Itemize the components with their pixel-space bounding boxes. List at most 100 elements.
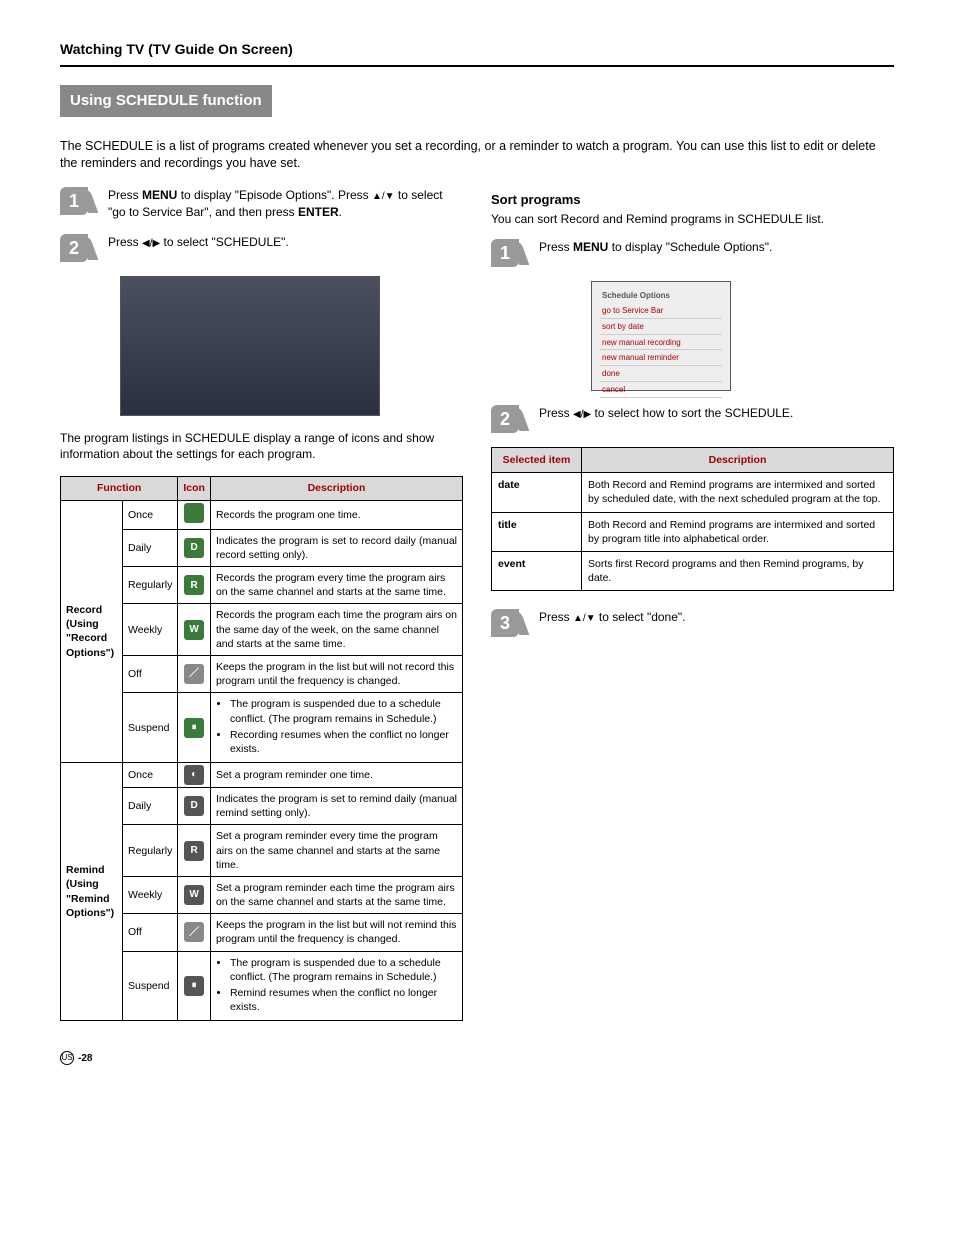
th-function: Function — [61, 477, 178, 500]
th-description: Description — [210, 477, 462, 500]
sort-programs-heading: Sort programs — [491, 191, 894, 209]
sort-step-3: 3 Press ▲/▼ to select "done". — [491, 609, 894, 637]
cell: Set a program reminder one time. — [210, 763, 462, 788]
table-row: event Sorts first Record programs and th… — [492, 551, 894, 590]
cell: Records the program each time the progra… — [210, 604, 462, 656]
remind-once-icon: ◐ — [178, 763, 211, 788]
text: to select how to sort the SCHEDULE. — [591, 406, 793, 420]
record-once-icon — [178, 500, 211, 529]
cell: Indicates the program is set to record d… — [210, 529, 462, 566]
text: Press — [539, 610, 573, 624]
cell: Sorts first Record programs and then Rem… — [582, 551, 894, 590]
list-item: The program is suspended due to a schedu… — [230, 697, 457, 725]
cell: Once — [123, 763, 178, 788]
cell: Off — [123, 914, 178, 951]
cell: Suspend — [123, 693, 178, 763]
remind-off-icon: ／ — [178, 914, 211, 951]
step-number-3: 3 — [491, 609, 519, 637]
up-down-arrows-icon: ▲/▼ — [573, 612, 596, 626]
record-daily-icon: D — [178, 529, 211, 566]
step-1-text: Press MENU to display "Episode Options".… — [108, 187, 463, 220]
schedule-screenshot — [120, 276, 380, 416]
cell: Set a program reminder every time the pr… — [210, 825, 462, 877]
step-number-2: 2 — [491, 405, 519, 433]
text: Press — [108, 235, 142, 249]
step-2-text: Press ◀/▶ to select "SCHEDULE". — [108, 234, 463, 251]
cell: date — [492, 473, 582, 512]
menu-item: sort by date — [600, 321, 722, 335]
table-row: date Both Record and Remind programs are… — [492, 473, 894, 512]
section-intro: The SCHEDULE is a list of programs creat… — [60, 138, 894, 172]
step-number-2: 2 — [60, 234, 88, 262]
text: Press — [539, 406, 573, 420]
cell: Records the program every time the progr… — [210, 567, 462, 604]
step-1: 1 Press MENU to display "Episode Options… — [60, 187, 463, 220]
cell: Daily — [123, 788, 178, 825]
step-number-1: 1 — [60, 187, 88, 215]
text: to select "done". — [596, 610, 686, 624]
section-title: Using SCHEDULE function — [60, 85, 272, 117]
list-item: The program is suspended due to a schedu… — [230, 956, 457, 984]
cell: Both Record and Remind programs are inte… — [582, 473, 894, 512]
remind-weekly-icon: W — [178, 876, 211, 913]
cell: Both Record and Remind programs are inte… — [582, 512, 894, 551]
left-right-arrows-icon: ◀/▶ — [573, 408, 591, 422]
cell: event — [492, 551, 582, 590]
th-description: Description — [582, 448, 894, 473]
schedule-caption: The program listings in SCHEDULE display… — [60, 430, 463, 462]
enter-key: ENTER — [298, 205, 339, 219]
text: to display "Schedule Options". — [608, 240, 772, 254]
cell: Regularly — [123, 825, 178, 877]
cell: Suspend — [123, 951, 178, 1021]
cell: Once — [123, 500, 178, 529]
region-badge: US — [60, 1051, 74, 1065]
menu-key: MENU — [142, 188, 177, 202]
cell: Weekly — [123, 604, 178, 656]
cell: Regularly — [123, 567, 178, 604]
schedule-options-screenshot: Schedule Options go to Service Bar sort … — [591, 281, 731, 391]
step-number-1: 1 — [491, 239, 519, 267]
function-icon-table: Function Icon Description Record (Using … — [60, 476, 463, 1021]
record-suspend-icon: ⏸ — [178, 693, 211, 763]
table-row: Remind (Using "Remind Options") Once ◐ S… — [61, 763, 463, 788]
remind-regularly-icon: R — [178, 825, 211, 877]
record-off-icon: ／ — [178, 656, 211, 693]
list-item: Remind resumes when the conflict no long… — [230, 986, 457, 1014]
cell: Daily — [123, 529, 178, 566]
page-footer: US -28 — [60, 1051, 894, 1065]
text: Press — [539, 240, 573, 254]
remind-suspend-icon: ⏸ — [178, 951, 211, 1021]
cell: Records the program one time. — [210, 500, 462, 529]
cell: Keeps the program in the list but will n… — [210, 914, 462, 951]
step-2: 2 Press ◀/▶ to select "SCHEDULE". — [60, 234, 463, 262]
sort-step-1-text: Press MENU to display "Schedule Options"… — [539, 239, 894, 255]
menu-item: new manual recording — [600, 337, 722, 351]
cell: Weekly — [123, 876, 178, 913]
sort-description-table: Selected item Description date Both Reco… — [491, 447, 894, 591]
table-row: title Both Record and Remind programs ar… — [492, 512, 894, 551]
text: to select "SCHEDULE". — [160, 235, 289, 249]
text: . — [339, 205, 342, 219]
page-number: -28 — [78, 1052, 92, 1066]
th-icon: Icon — [178, 477, 211, 500]
menu-item: done — [600, 368, 722, 382]
cell: The program is suspended due to a schedu… — [210, 951, 462, 1021]
sort-programs-intro: You can sort Record and Remind programs … — [491, 211, 894, 227]
text: Press — [108, 188, 142, 202]
menu-title: Schedule Options — [600, 290, 722, 303]
table-row: Record (Using "Record Options") Once Rec… — [61, 500, 463, 529]
menu-item: go to Service Bar — [600, 305, 722, 319]
cell: Keeps the program in the list but will n… — [210, 656, 462, 693]
cell: title — [492, 512, 582, 551]
sort-step-2: 2 Press ◀/▶ to select how to sort the SC… — [491, 405, 894, 433]
remind-group-label: Remind (Using "Remind Options") — [61, 763, 123, 1021]
record-regularly-icon: R — [178, 567, 211, 604]
menu-item: new manual reminder — [600, 352, 722, 366]
cell: Off — [123, 656, 178, 693]
record-weekly-icon: W — [178, 604, 211, 656]
sort-step-2-text: Press ◀/▶ to select how to sort the SCHE… — [539, 405, 894, 422]
breadcrumb: Watching TV (TV Guide On Screen) — [60, 40, 894, 67]
left-right-arrows-icon: ◀/▶ — [142, 237, 160, 251]
sort-step-3-text: Press ▲/▼ to select "done". — [539, 609, 894, 626]
th-selected-item: Selected item — [492, 448, 582, 473]
